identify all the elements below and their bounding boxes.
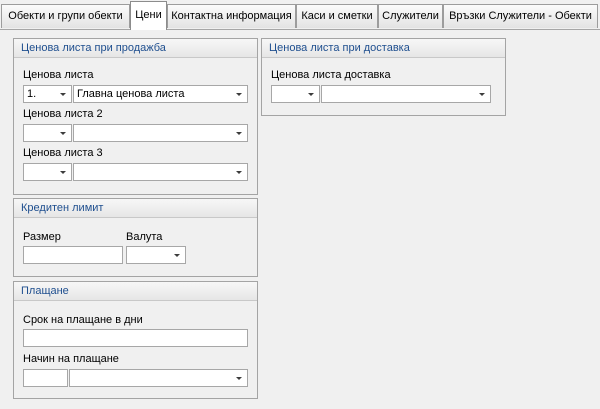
payment-term-label: Срок на плащане в дни <box>23 314 143 326</box>
tab-employees[interactable]: Служители <box>378 4 443 28</box>
currency-combo[interactable] <box>126 246 186 264</box>
price-list-1-name-combo[interactable]: Главна ценова листа <box>73 85 248 103</box>
dropdown-arrow-icon[interactable] <box>479 93 485 96</box>
dropdown-arrow-icon[interactable] <box>308 93 314 96</box>
delivery-price-list-label: Ценова листа доставка <box>271 69 391 81</box>
dropdown-arrow-icon[interactable] <box>236 93 242 96</box>
dropdown-arrow-icon[interactable] <box>60 93 66 96</box>
tab-contact-info[interactable]: Контактна информация <box>167 4 296 28</box>
credit-size-input[interactable] <box>23 246 123 264</box>
tab-prices[interactable]: Цени <box>130 1 167 30</box>
dropdown-arrow-icon[interactable] <box>60 171 66 174</box>
currency-label: Валута <box>126 231 163 243</box>
sales-price-list-panel: Ценова листа при продажба Ценова листа 1… <box>13 38 258 195</box>
credit-limit-title: Кредитен лимит <box>14 199 257 218</box>
tab-employee-object-links[interactable]: Връзки Служители - Обекти <box>443 4 598 28</box>
credit-limit-panel: Кредитен лимит Размер Валута <box>13 198 258 277</box>
price-list-2-name-combo[interactable] <box>73 124 248 142</box>
price-list-1-code-combo[interactable]: 1. <box>23 85 72 103</box>
dropdown-arrow-icon[interactable] <box>60 132 66 135</box>
delivery-price-list-name-combo[interactable] <box>321 85 491 103</box>
payment-method-code-input[interactable] <box>23 369 68 387</box>
delivery-price-list-panel: Ценова листа при доставка Ценова листа д… <box>261 38 506 116</box>
price-list-2-label: Ценова листа 2 <box>23 108 103 120</box>
sales-price-list-title: Ценова листа при продажба <box>14 39 257 58</box>
tab-bar: Обекти и групи обекти Цени Контактна инф… <box>0 0 600 30</box>
price-list-3-name-combo[interactable] <box>73 163 248 181</box>
payment-term-input[interactable] <box>23 329 248 347</box>
payment-panel: Плащане Срок на плащане в дни Начин на п… <box>13 281 258 399</box>
price-list-3-code-combo[interactable] <box>23 163 72 181</box>
delivery-price-list-code-combo[interactable] <box>271 85 320 103</box>
payment-method-combo[interactable] <box>69 369 248 387</box>
dropdown-arrow-icon[interactable] <box>236 377 242 380</box>
price-list-1-code-value: 1. <box>27 88 37 100</box>
tab-cash-accounts[interactable]: Каси и сметки <box>296 4 378 28</box>
tab-objects-groups[interactable]: Обекти и групи обекти <box>1 4 130 28</box>
price-list-1-name-value: Главна ценова листа <box>77 88 185 100</box>
price-list-3-label: Ценова листа 3 <box>23 147 103 159</box>
delivery-price-list-title: Ценова листа при доставка <box>262 39 505 58</box>
credit-size-label: Размер <box>23 231 61 243</box>
price-list-1-label: Ценова листа <box>23 69 94 81</box>
payment-method-label: Начин на плащане <box>23 353 119 365</box>
dropdown-arrow-icon[interactable] <box>236 171 242 174</box>
dropdown-arrow-icon[interactable] <box>236 132 242 135</box>
dropdown-arrow-icon[interactable] <box>174 254 180 257</box>
price-list-2-code-combo[interactable] <box>23 124 72 142</box>
payment-title: Плащане <box>14 282 257 301</box>
